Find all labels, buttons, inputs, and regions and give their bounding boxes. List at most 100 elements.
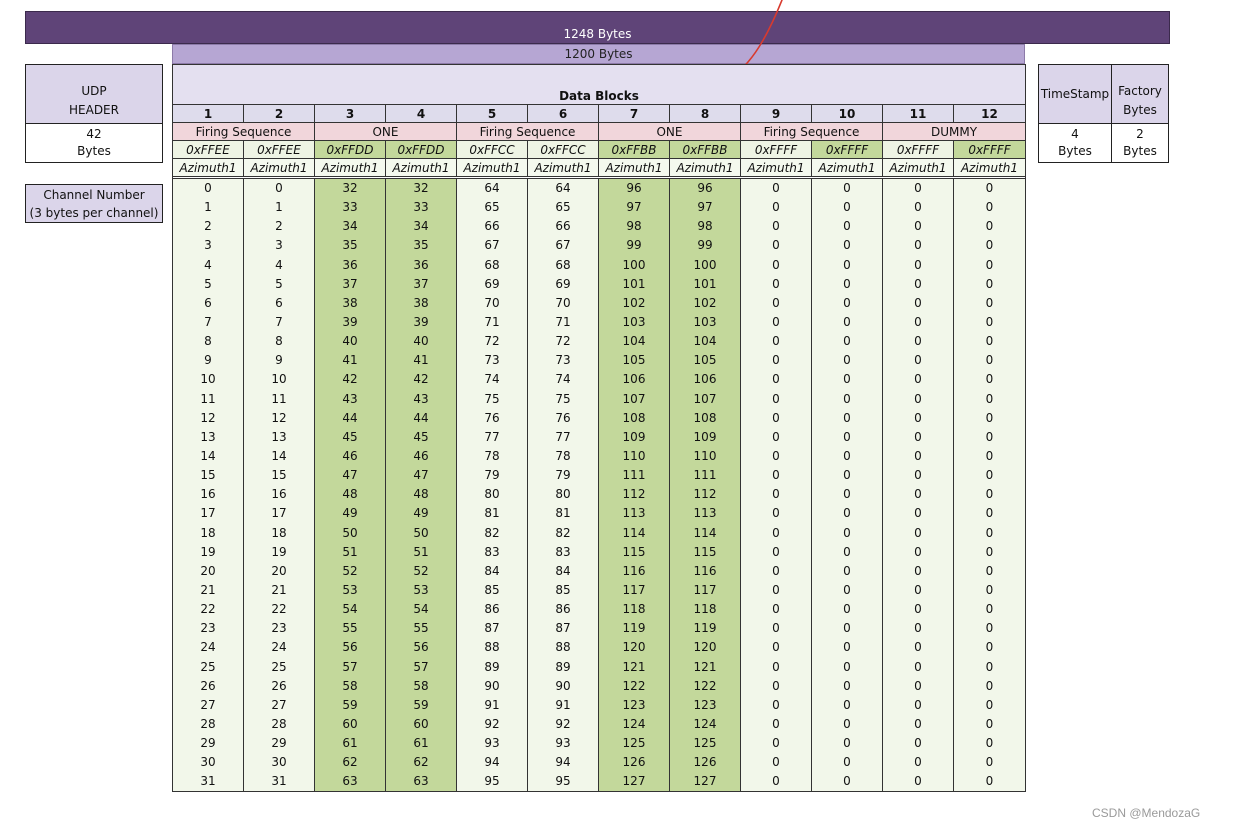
channel-cell: 0 — [172, 178, 244, 198]
channel-cell: 117 — [669, 580, 741, 600]
channel-cell: 0 — [882, 350, 954, 370]
channel-cell: 67 — [456, 235, 528, 256]
channel-cell: 56 — [385, 637, 457, 658]
factory-label-1: Factory — [1118, 84, 1162, 98]
channel-cell: 0 — [811, 618, 883, 638]
channel-cell: 0 — [740, 484, 812, 504]
data-blocks-title: Data Blocks — [172, 64, 1026, 105]
channel-cell: 0 — [953, 408, 1026, 428]
channel-cell: 29 — [172, 733, 244, 753]
channel-cell: 76 — [527, 408, 599, 428]
channel-cell: 41 — [385, 350, 457, 370]
channel-cell: 0 — [740, 255, 812, 275]
channel-cell: 122 — [598, 676, 670, 696]
channel-cell: 73 — [527, 350, 599, 370]
channel-cell: 1 — [172, 197, 244, 217]
channel-cell: 32 — [385, 178, 457, 198]
channel-cell: 125 — [598, 733, 670, 753]
block-number: 4 — [385, 104, 457, 123]
channel-cell: 0 — [953, 676, 1026, 696]
channel-cell: 0 — [953, 752, 1026, 772]
channel-cell: 110 — [598, 446, 670, 466]
channel-cell: 78 — [456, 446, 528, 466]
channel-cell: 0 — [953, 312, 1026, 332]
channel-cell: 0 — [953, 350, 1026, 370]
watermark: CSDN @MendozaG — [1092, 806, 1201, 820]
channel-cell: 4 — [243, 255, 315, 275]
channel-cell: 115 — [669, 542, 741, 562]
channel-cell: 116 — [598, 561, 670, 581]
channel-cell: 89 — [456, 657, 528, 677]
channel-cell: 80 — [456, 484, 528, 504]
channel-cell: 13 — [172, 427, 244, 447]
channel-cell: 0 — [811, 465, 883, 485]
channel-cell: 0 — [740, 389, 812, 409]
channel-cell: 125 — [669, 733, 741, 753]
channel-cell: 49 — [385, 503, 457, 524]
channel-cell: 127 — [598, 771, 670, 792]
channel-cell: 0 — [811, 369, 883, 390]
block-flag: 0xFFFF — [882, 140, 954, 159]
firing-sequence-value: ONE — [314, 122, 457, 141]
channel-cell: 0 — [882, 389, 954, 409]
channel-cell: 0 — [740, 599, 812, 619]
table-row: 3 3 35 35 67 67 99 99 0 0 0 0 — [172, 235, 1026, 256]
channel-cell: 27 — [172, 695, 244, 715]
table-row: 4 4 36 36 68 68 100 100 0 0 0 0 — [172, 255, 1026, 275]
channel-cell: 98 — [669, 216, 741, 236]
channel-cell: 63 — [385, 771, 457, 792]
channel-cell: 0 — [740, 178, 812, 198]
data-blocks-table: Data Blocks 1 2 3 4 5 6 7 8 9 10 11 12 Firing Seque… — [172, 64, 1026, 792]
channel-cell: 0 — [740, 618, 812, 638]
channel-cell: 58 — [314, 676, 386, 696]
channel-cell: 120 — [598, 637, 670, 658]
channel-cell: 109 — [598, 427, 670, 447]
channel-cell: 39 — [385, 312, 457, 332]
channel-cell: 57 — [314, 657, 386, 677]
channel-cell: 0 — [740, 235, 812, 256]
table-row: 7 7 39 39 71 71 103 103 0 0 0 0 — [172, 312, 1026, 332]
channel-cell: 126 — [598, 752, 670, 772]
block-flag: 0xFFEE — [172, 140, 244, 159]
channel-cell: 22 — [172, 599, 244, 619]
channel-cell: 0 — [882, 618, 954, 638]
udp-header-title: UDP HEADER — [25, 64, 163, 124]
channel-cell: 92 — [456, 714, 528, 734]
channel-cell: 100 — [598, 255, 670, 275]
channel-cell: 106 — [598, 369, 670, 390]
channel-cell: 47 — [314, 465, 386, 485]
channel-cell: 88 — [527, 637, 599, 658]
channel-cell: 0 — [740, 771, 812, 792]
table-row: 1 1 33 33 65 65 97 97 0 0 0 0 — [172, 197, 1026, 217]
channel-cell: 18 — [243, 523, 315, 543]
channel-cell: 95 — [527, 771, 599, 792]
channel-cell: 82 — [456, 523, 528, 543]
channel-cell: 55 — [385, 618, 457, 638]
channel-cell: 25 — [243, 657, 315, 677]
table-row: 13 13 45 45 77 77 109 109 0 0 0 0 — [172, 427, 1026, 447]
channel-cell: 102 — [669, 293, 741, 313]
channel-cell: 122 — [669, 676, 741, 696]
channel-cell: 0 — [953, 523, 1026, 543]
table-row: 14 14 46 46 78 78 110 110 0 0 0 0 — [172, 446, 1026, 466]
channel-cell: 112 — [669, 484, 741, 504]
channel-cell: 4 — [172, 255, 244, 275]
channel-cell: 0 — [811, 235, 883, 256]
table-row: 5 5 37 37 69 69 101 101 0 0 0 0 — [172, 274, 1026, 294]
table-row: 25 25 57 57 89 89 121 121 0 0 0 0 — [172, 657, 1026, 677]
channel-cell: 0 — [882, 657, 954, 677]
channel-cell: 0 — [882, 695, 954, 715]
channel-cell: 90 — [527, 676, 599, 696]
channel-cell: 107 — [598, 389, 670, 409]
channel-cell: 114 — [598, 523, 670, 543]
table-row: 22 22 54 54 86 86 118 118 0 0 0 0 — [172, 599, 1026, 619]
channel-cell: 0 — [740, 350, 812, 370]
channel-cell: 68 — [456, 255, 528, 275]
channel-cell: 60 — [314, 714, 386, 734]
table-row: 17 17 49 49 81 81 113 113 0 0 0 0 — [172, 503, 1026, 524]
table-row: 28 28 60 60 92 92 124 124 0 0 0 0 — [172, 714, 1026, 734]
channel-cell: 42 — [385, 369, 457, 390]
channel-cell: 0 — [882, 235, 954, 256]
channel-cell: 113 — [598, 503, 670, 524]
channel-cell: 80 — [527, 484, 599, 504]
